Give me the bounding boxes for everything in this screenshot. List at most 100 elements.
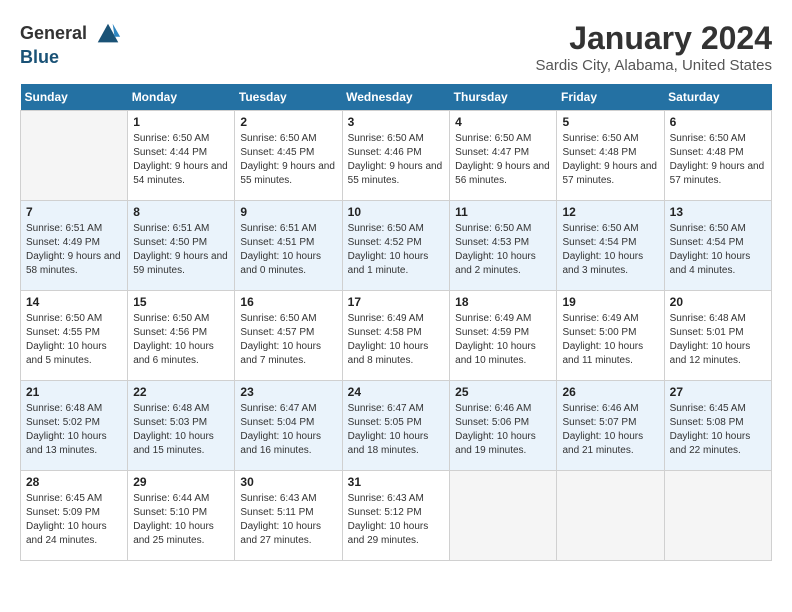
day-info: Sunrise: 6:50 AMSunset: 4:57 PMDaylight:…	[240, 312, 336, 368]
calendar-cell: 26Sunrise: 6:46 AMSunset: 5:07 PMDayligh…	[557, 381, 664, 471]
day-number: 23	[240, 385, 336, 399]
calendar-cell: 6 Sunrise: 6:50 AMSunset: 4:48 PMDaylight…	[664, 111, 771, 201]
day-info: Sunrise: 6:49 AMSunset: 4:59 PMDaylight:…	[455, 312, 551, 368]
day-info: Sunrise: 6:49 AMSunset: 4:58 PMDaylight:…	[348, 312, 445, 368]
day-number: 26	[562, 385, 658, 399]
calendar-week-row: 21 Sunrise: 6:48 AMSunset: 5:02 PMDayligh…	[21, 381, 772, 471]
day-info: Sunrise: 6:47 AMSunset: 5:05 PMDaylight:…	[348, 402, 445, 458]
weekday-header: Saturday	[664, 84, 771, 111]
calendar-cell: 16Sunrise: 6:50 AMSunset: 4:57 PMDayligh…	[235, 291, 342, 381]
day-info: Sunrise: 6:45 AMSunset: 5:09 PMDaylight:…	[26, 492, 122, 548]
calendar-cell: 12 Sunrise: 6:50 AMSunset: 4:54 PMDayligh…	[557, 201, 664, 291]
day-info: Sunrise: 6:47 AMSunset: 5:04 PMDaylight:…	[240, 402, 336, 458]
page-header: General Blue January 2024 Sardis City, A…	[20, 20, 772, 74]
day-number: 12	[562, 205, 658, 219]
logo-blue: Blue	[20, 47, 59, 67]
calendar-cell: 24 Sunrise: 6:47 AMSunset: 5:05 PMDayligh…	[342, 381, 450, 471]
day-info: Sunrise: 6:51 AMSunset: 4:51 PMDaylight:…	[240, 222, 336, 278]
logo: General Blue	[20, 20, 122, 68]
page-title: January 2024	[536, 20, 773, 57]
day-number: 3	[348, 115, 445, 129]
day-info: Sunrise: 6:50 AMSunset: 4:54 PMDaylight:…	[562, 222, 658, 278]
calendar-cell: 19 Sunrise: 6:49 AMSunset: 5:00 PMDayligh…	[557, 291, 664, 381]
day-number: 10	[348, 205, 445, 219]
day-info: Sunrise: 6:43 AMSunset: 5:11 PMDaylight:…	[240, 492, 336, 548]
day-info: Sunrise: 6:51 AMSunset: 4:50 PMDaylight:…	[133, 222, 229, 278]
calendar-cell: 18 Sunrise: 6:49 AMSunset: 4:59 PMDayligh…	[450, 291, 557, 381]
day-number: 11	[455, 205, 551, 219]
weekday-header: Tuesday	[235, 84, 342, 111]
day-number: 4	[455, 115, 551, 129]
calendar-cell: 25 Sunrise: 6:46 AMSunset: 5:06 PMDayligh…	[450, 381, 557, 471]
calendar-cell	[557, 471, 664, 561]
day-number: 17	[348, 295, 445, 309]
day-info: Sunrise: 6:50 AMSunset: 4:56 PMDaylight:…	[133, 312, 229, 368]
calendar-cell: 14 Sunrise: 6:50 AMSunset: 4:55 PMDayligh…	[21, 291, 128, 381]
day-info: Sunrise: 6:44 AMSunset: 5:10 PMDaylight:…	[133, 492, 229, 548]
calendar-cell: 17 Sunrise: 6:49 AMSunset: 4:58 PMDayligh…	[342, 291, 450, 381]
weekday-header: Wednesday	[342, 84, 450, 111]
day-info: Sunrise: 6:46 AMSunset: 5:06 PMDaylight:…	[455, 402, 551, 458]
day-number: 24	[348, 385, 445, 399]
day-info: Sunrise: 6:48 AMSunset: 5:02 PMDaylight:…	[26, 402, 122, 458]
day-number: 14	[26, 295, 122, 309]
calendar-cell: 28Sunrise: 6:45 AMSunset: 5:09 PMDayligh…	[21, 471, 128, 561]
day-number: 18	[455, 295, 551, 309]
calendar-week-row: 14 Sunrise: 6:50 AMSunset: 4:55 PMDayligh…	[21, 291, 772, 381]
day-number: 30	[240, 475, 336, 489]
weekday-header: Sunday	[21, 84, 128, 111]
day-number: 25	[455, 385, 551, 399]
calendar-cell: 1Sunrise: 6:50 AMSunset: 4:44 PMDaylight…	[128, 111, 235, 201]
day-info: Sunrise: 6:50 AMSunset: 4:54 PMDaylight:…	[670, 222, 766, 278]
day-number: 8	[133, 205, 229, 219]
day-number: 31	[348, 475, 445, 489]
day-info: Sunrise: 6:50 AMSunset: 4:47 PMDaylight:…	[455, 132, 551, 188]
calendar-cell: 15 Sunrise: 6:50 AMSunset: 4:56 PMDayligh…	[128, 291, 235, 381]
calendar-cell: 10 Sunrise: 6:50 AMSunset: 4:52 PMDayligh…	[342, 201, 450, 291]
day-number: 22	[133, 385, 229, 399]
calendar-cell: 20Sunrise: 6:48 AMSunset: 5:01 PMDayligh…	[664, 291, 771, 381]
day-number: 6	[670, 115, 766, 129]
page-subtitle: Sardis City, Alabama, United States	[536, 57, 773, 74]
day-info: Sunrise: 6:49 AMSunset: 5:00 PMDaylight:…	[562, 312, 658, 368]
calendar-cell: 11 Sunrise: 6:50 AMSunset: 4:53 PMDayligh…	[450, 201, 557, 291]
calendar-cell: 4 Sunrise: 6:50 AMSunset: 4:47 PMDaylight…	[450, 111, 557, 201]
weekday-header: Friday	[557, 84, 664, 111]
day-info: Sunrise: 6:48 AMSunset: 5:03 PMDaylight:…	[133, 402, 229, 458]
calendar-cell: 22 Sunrise: 6:48 AMSunset: 5:03 PMDayligh…	[128, 381, 235, 471]
calendar-cell: 29Sunrise: 6:44 AMSunset: 5:10 PMDayligh…	[128, 471, 235, 561]
day-info: Sunrise: 6:50 AMSunset: 4:53 PMDaylight:…	[455, 222, 551, 278]
calendar-week-row: 1Sunrise: 6:50 AMSunset: 4:44 PMDaylight…	[21, 111, 772, 201]
weekday-header: Monday	[128, 84, 235, 111]
calendar-table: SundayMondayTuesdayWednesdayThursdayFrid…	[20, 84, 772, 561]
day-number: 5	[562, 115, 658, 129]
calendar-cell: 5 Sunrise: 6:50 AMSunset: 4:48 PMDaylight…	[557, 111, 664, 201]
day-number: 20	[670, 295, 766, 309]
calendar-cell	[450, 471, 557, 561]
day-info: Sunrise: 6:50 AMSunset: 4:48 PMDaylight:…	[562, 132, 658, 188]
day-info: Sunrise: 6:50 AMSunset: 4:52 PMDaylight:…	[348, 222, 445, 278]
day-number: 19	[562, 295, 658, 309]
calendar-cell: 3 Sunrise: 6:50 AMSunset: 4:46 PMDaylight…	[342, 111, 450, 201]
calendar-cell: 9 Sunrise: 6:51 AMSunset: 4:51 PMDaylight…	[235, 201, 342, 291]
day-info: Sunrise: 6:45 AMSunset: 5:08 PMDaylight:…	[670, 402, 766, 458]
calendar-cell: 31Sunrise: 6:43 AMSunset: 5:12 PMDayligh…	[342, 471, 450, 561]
calendar-cell	[21, 111, 128, 201]
day-info: Sunrise: 6:50 AMSunset: 4:46 PMDaylight:…	[348, 132, 445, 188]
day-number: 7	[26, 205, 122, 219]
day-number: 9	[240, 205, 336, 219]
day-number: 13	[670, 205, 766, 219]
day-number: 21	[26, 385, 122, 399]
calendar-cell: 8 Sunrise: 6:51 AMSunset: 4:50 PMDaylight…	[128, 201, 235, 291]
day-info: Sunrise: 6:50 AMSunset: 4:48 PMDaylight:…	[670, 132, 766, 188]
calendar-header-row: SundayMondayTuesdayWednesdayThursdayFrid…	[21, 84, 772, 111]
day-info: Sunrise: 6:51 AMSunset: 4:49 PMDaylight:…	[26, 222, 122, 278]
calendar-cell: 27Sunrise: 6:45 AMSunset: 5:08 PMDayligh…	[664, 381, 771, 471]
day-info: Sunrise: 6:50 AMSunset: 4:55 PMDaylight:…	[26, 312, 122, 368]
day-number: 2	[240, 115, 336, 129]
logo-general: General	[20, 23, 87, 43]
calendar-week-row: 7 Sunrise: 6:51 AMSunset: 4:49 PMDaylight…	[21, 201, 772, 291]
day-number: 15	[133, 295, 229, 309]
calendar-cell: 13 Sunrise: 6:50 AMSunset: 4:54 PMDayligh…	[664, 201, 771, 291]
calendar-cell: 21 Sunrise: 6:48 AMSunset: 5:02 PMDayligh…	[21, 381, 128, 471]
